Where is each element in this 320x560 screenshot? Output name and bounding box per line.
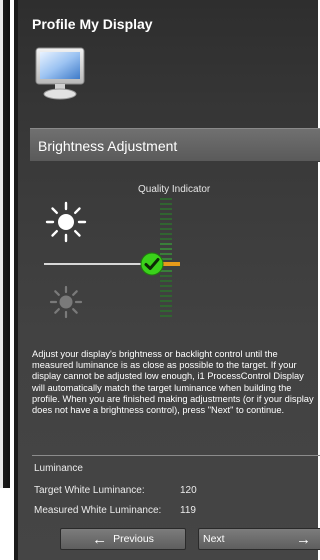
left-window-edge-bottom [0, 488, 12, 560]
section-header: Brightness Adjustment [30, 128, 320, 162]
panel-title: Profile My Display [32, 16, 153, 32]
dim-sun-icon [49, 285, 83, 319]
luminance-heading: Luminance [34, 463, 83, 474]
next-button-label: Next [203, 533, 225, 545]
profile-panel: Profile My Display Brightness Adjustment… [14, 0, 320, 560]
bright-sun-icon [45, 201, 87, 243]
next-button[interactable]: Next → [198, 528, 320, 550]
measured-luminance-label: Measured White Luminance: [34, 505, 162, 516]
target-luminance-value: 120 [180, 485, 197, 496]
monitor-icon [35, 47, 85, 100]
left-window-edge [0, 0, 10, 488]
previous-button-label: Previous [113, 533, 154, 545]
instructions-text: Adjust your display's brightness or back… [32, 349, 314, 416]
target-luminance-label: Target White Luminance: [34, 485, 145, 496]
divider [32, 455, 320, 456]
previous-button[interactable]: ← Previous [60, 528, 186, 550]
arrow-left-icon: ← [92, 530, 108, 548]
section-title: Brightness Adjustment [38, 138, 178, 154]
quality-indicator-label: Quality Indicator [138, 184, 211, 195]
navigation-bar: ← Previous Next → [32, 528, 320, 552]
arrow-right-icon: → [296, 530, 311, 548]
check-icon [140, 252, 164, 276]
measured-luminance-value: 119 [180, 505, 196, 516]
